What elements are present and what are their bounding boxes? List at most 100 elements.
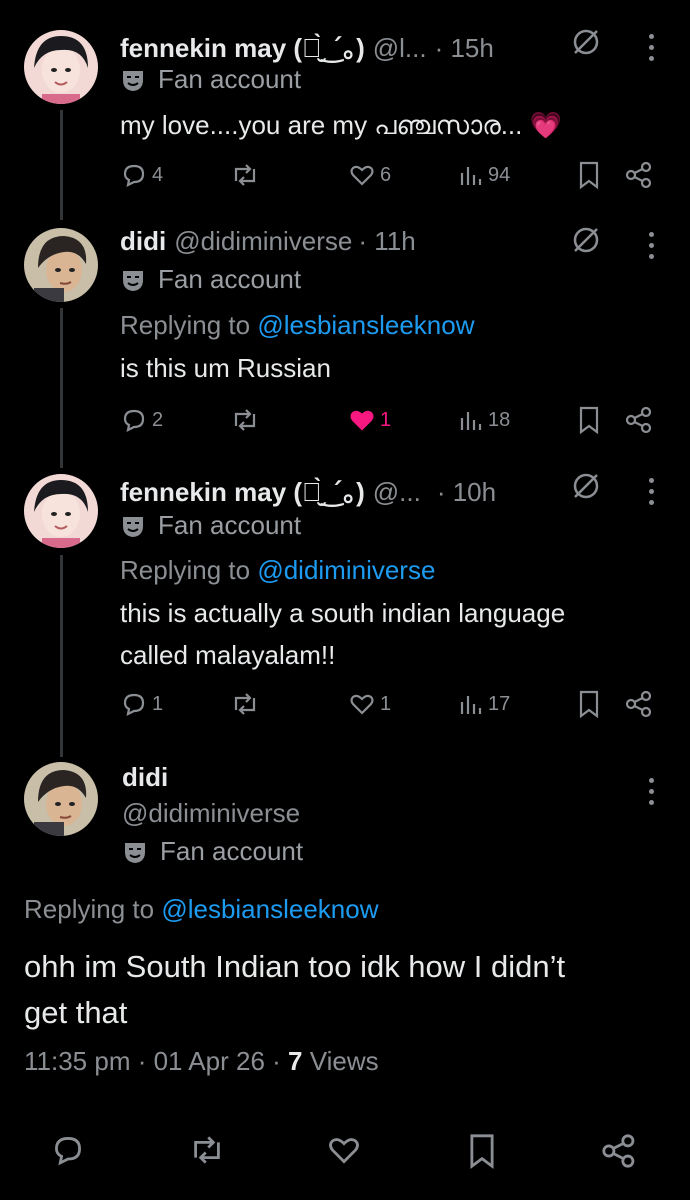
like-button[interactable]: 1 bbox=[348, 403, 391, 437]
like-count: 1 bbox=[380, 408, 392, 431]
repost-arrows-icon[interactable] bbox=[188, 1132, 226, 1168]
repost-button[interactable] bbox=[230, 158, 264, 192]
user-handle[interactable]: @... bbox=[373, 477, 421, 508]
avatar[interactable] bbox=[24, 762, 98, 836]
repost-button[interactable] bbox=[230, 687, 264, 721]
views-count: 94 bbox=[488, 163, 511, 186]
display-name[interactable]: fennekin may (。̮̀‿́。) bbox=[120, 28, 365, 65]
repost-arrows-icon bbox=[234, 693, 256, 715]
replying-to: Replying to @lesbiansleeknow bbox=[120, 310, 475, 341]
display-name[interactable]: fennekin may (。̮̀‿́。) bbox=[120, 472, 365, 509]
bookmark-icon[interactable] bbox=[575, 689, 603, 719]
share-nodes-icon[interactable] bbox=[600, 1132, 638, 1170]
like-count: 6 bbox=[380, 163, 392, 186]
views-label: Views bbox=[309, 1046, 379, 1076]
theater-mask-icon bbox=[123, 70, 143, 91]
user-handle[interactable]: @l... bbox=[373, 33, 427, 64]
heart-icon bbox=[350, 694, 374, 715]
heart-icon bbox=[350, 410, 374, 431]
replying-handle-link[interactable]: @lesbiansleeknow bbox=[257, 310, 474, 340]
views-count: 7 bbox=[288, 1046, 303, 1076]
text-line: called malayalam!! bbox=[120, 640, 336, 670]
vertical-ellipsis-icon[interactable] bbox=[649, 478, 657, 508]
speech-bubble-icon bbox=[123, 409, 145, 432]
vertical-ellipsis-icon[interactable] bbox=[649, 34, 657, 64]
fan-account-badge: Fan account bbox=[120, 510, 301, 541]
heart-icon[interactable] bbox=[326, 1132, 362, 1168]
share-nodes-icon[interactable] bbox=[624, 689, 654, 719]
replying-to: Replying to @didiminiverse bbox=[120, 555, 435, 586]
vertical-ellipsis-icon[interactable] bbox=[649, 232, 657, 262]
tweet-time[interactable]: · 11h bbox=[358, 226, 415, 257]
text-line: my love....you are my പഞ്ചസാര... 💗 bbox=[120, 110, 562, 140]
user-handle[interactable]: @didiminiverse bbox=[174, 226, 352, 257]
tweet-text: this is actually a south indian language… bbox=[120, 592, 660, 676]
like-button[interactable]: 6 bbox=[348, 158, 391, 192]
like-count: 1 bbox=[380, 692, 392, 715]
views-button[interactable]: 17 bbox=[458, 687, 510, 721]
badge-label: Fan account bbox=[158, 64, 302, 94]
bookmark-icon[interactable] bbox=[575, 160, 603, 190]
tweet-header: fennekin may (。̮̀‿́。) @l... · 15h bbox=[120, 28, 494, 65]
tweet-date[interactable]: 01 Apr 26 bbox=[154, 1046, 265, 1076]
text-line: ohh im South Indian too idk how I didn’t bbox=[24, 949, 566, 984]
replying-to: Replying to @lesbiansleeknow bbox=[24, 894, 379, 925]
repost-arrows-icon bbox=[234, 409, 256, 431]
fan-account-badge: Fan account bbox=[120, 264, 301, 295]
views-count: 18 bbox=[488, 408, 511, 431]
tweet-time[interactable]: · 10h bbox=[437, 477, 496, 508]
text-line: is this um Russian bbox=[120, 353, 331, 383]
repost-button[interactable] bbox=[230, 403, 264, 437]
share-nodes-icon[interactable] bbox=[624, 405, 654, 435]
tweet-text: ohh im South Indian too idk how I didn’t… bbox=[24, 944, 674, 1036]
badge-label: Fan account bbox=[158, 264, 302, 294]
bar-chart-icon bbox=[460, 696, 482, 714]
reply-button[interactable]: 2 bbox=[120, 403, 163, 437]
views-button[interactable]: 94 bbox=[458, 158, 510, 192]
user-handle[interactable]: @didiminiverse bbox=[122, 798, 300, 829]
reply-count: 1 bbox=[152, 692, 164, 715]
theater-mask-icon bbox=[123, 270, 143, 291]
tweet-meta: 11:35 pm · 01 Apr 26 · 7 Views bbox=[24, 1046, 379, 1076]
display-name[interactable]: didi bbox=[122, 762, 168, 793]
action-bar: 1 1 17 bbox=[120, 687, 660, 721]
speech-bubble-icon[interactable] bbox=[50, 1132, 86, 1168]
replying-handle-link[interactable]: @lesbiansleeknow bbox=[161, 894, 378, 924]
circle-slash-icon bbox=[573, 29, 599, 55]
theater-mask-icon bbox=[125, 842, 145, 863]
avatar[interactable] bbox=[24, 474, 98, 548]
badge-label: Fan account bbox=[160, 836, 304, 866]
speech-bubble-icon bbox=[123, 164, 145, 187]
reply-count: 4 bbox=[152, 163, 164, 186]
thread-line bbox=[60, 308, 63, 468]
bookmark-icon[interactable] bbox=[464, 1132, 500, 1170]
replying-handle-link[interactable]: @didiminiverse bbox=[257, 555, 435, 585]
repost-arrows-icon bbox=[234, 164, 256, 186]
vertical-ellipsis-icon[interactable] bbox=[649, 778, 657, 808]
replying-prefix: Replying to bbox=[24, 894, 162, 924]
avatar[interactable] bbox=[24, 228, 98, 302]
reply-button[interactable]: 1 bbox=[120, 687, 163, 721]
views-button[interactable]: 18 bbox=[458, 403, 510, 437]
views-count: 17 bbox=[488, 692, 511, 715]
circle-slash-icon bbox=[573, 227, 599, 253]
reply-button[interactable]: 4 bbox=[120, 158, 163, 192]
text-line: get that bbox=[24, 995, 128, 1030]
avatar[interactable] bbox=[24, 30, 98, 104]
tweet-header: fennekin may (。̮̀‿́。) @... · 10h bbox=[120, 472, 496, 509]
action-bar: 2 1 18 bbox=[120, 403, 660, 437]
display-name[interactable]: didi bbox=[120, 226, 166, 257]
tweet-header: didi @didiminiverse · 11h bbox=[120, 226, 416, 257]
bar-chart-icon bbox=[460, 412, 482, 430]
tweet-time[interactable]: · 15h bbox=[435, 33, 494, 64]
like-button[interactable]: 1 bbox=[348, 687, 391, 721]
bar-chart-icon bbox=[460, 167, 482, 185]
bookmark-icon[interactable] bbox=[575, 405, 603, 435]
reply-count: 2 bbox=[152, 408, 164, 431]
text-line: this is actually a south indian language bbox=[120, 598, 566, 628]
tweet-time[interactable]: 11:35 pm bbox=[24, 1046, 130, 1076]
thread-line bbox=[60, 555, 63, 757]
thread-line bbox=[60, 110, 63, 220]
fan-account-badge: Fan account bbox=[122, 836, 303, 867]
share-nodes-icon[interactable] bbox=[624, 160, 654, 190]
